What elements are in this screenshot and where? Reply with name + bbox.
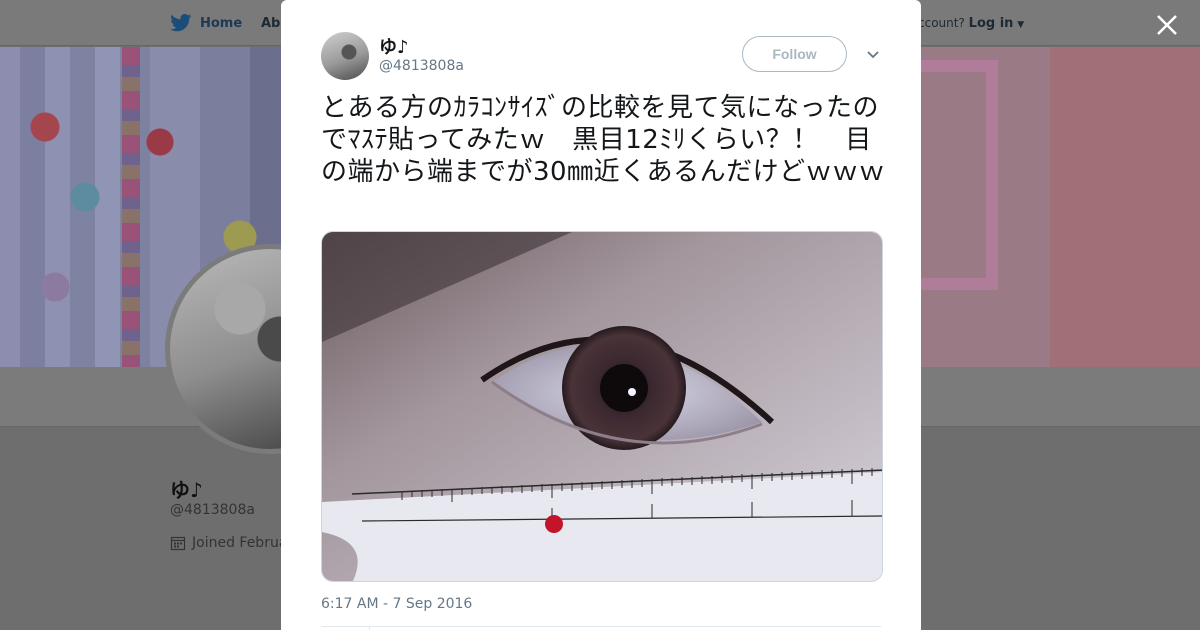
- eye-photo-image: [322, 232, 882, 581]
- close-icon[interactable]: [1152, 10, 1182, 40]
- tweet-photo[interactable]: [321, 231, 883, 582]
- login-prompt: ccount? Log in ▼: [918, 16, 1024, 31]
- account-prompt-text: ccount?: [918, 16, 965, 30]
- banner-decoration: [122, 47, 140, 367]
- tweet-text: とある方のｶﾗｺﾝｻｲｽﾞの比較を見て気になったのでﾏｽﾃ貼ってみたｗ 黒目12…: [321, 93, 886, 187]
- avatar[interactable]: [321, 32, 369, 80]
- tweet-timestamp[interactable]: 6:17 AM - 7 Sep 2016: [321, 596, 472, 612]
- profile-handle: @4813808a: [170, 502, 255, 518]
- twitter-bird-icon: [170, 14, 192, 32]
- joined-text: Joined Februa: [192, 535, 288, 551]
- calendar-icon: [170, 536, 186, 551]
- profile-name: ゆ♪: [170, 478, 203, 502]
- login-link[interactable]: Log in: [969, 16, 1014, 31]
- display-name[interactable]: ゆ♪: [379, 33, 409, 59]
- caret-down-icon: ▼: [1017, 20, 1025, 30]
- action-separator: [369, 626, 370, 630]
- chevron-down-icon[interactable]: [863, 44, 883, 64]
- banner-frame-decoration: [908, 60, 998, 290]
- nav-home-link[interactable]: Home: [170, 14, 242, 32]
- profile-joined: Joined Februa: [170, 535, 287, 551]
- tweet-modal: ゆ♪ @4813808a Follow とある方のｶﾗｺﾝｻｲｽﾞの比較を見て気…: [281, 0, 921, 630]
- username[interactable]: @4813808a: [379, 58, 464, 74]
- follow-button[interactable]: Follow: [742, 36, 847, 72]
- nav-home-label: Home: [200, 15, 243, 31]
- divider: [321, 626, 881, 627]
